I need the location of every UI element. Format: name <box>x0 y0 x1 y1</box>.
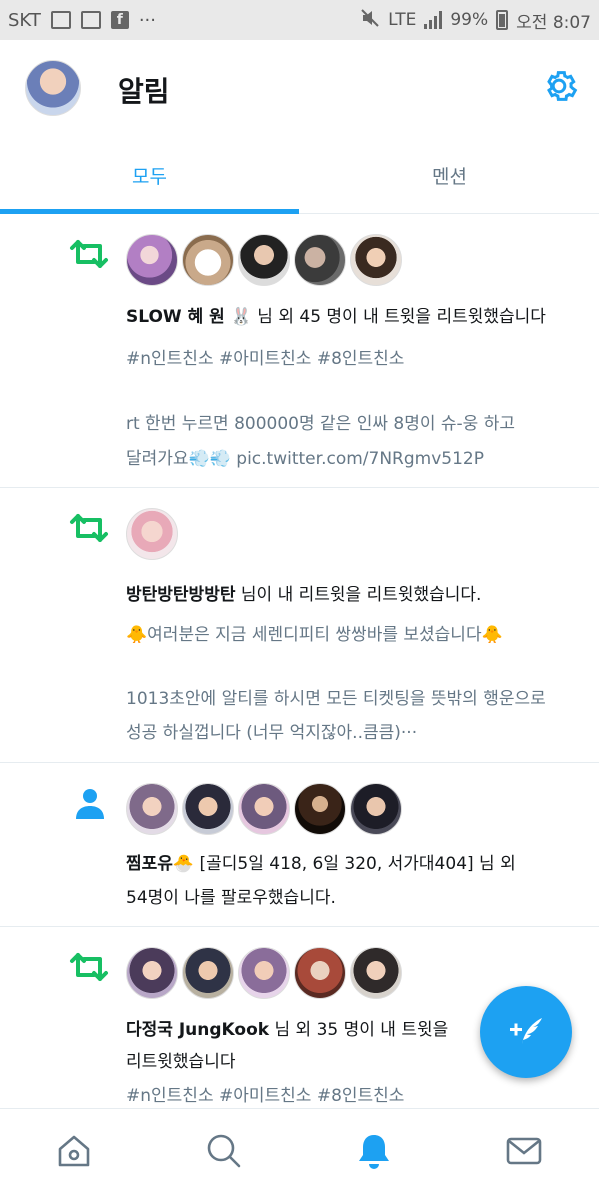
gallery-notification-icon <box>50 11 71 29</box>
notification-text-line: 리트윗했습니다 <box>126 1052 236 1072</box>
notification-text: 방탄방탄방방탄 님이 내 리트윗을 리트윗했습니다. <box>126 580 481 605</box>
avatar[interactable] <box>350 234 402 286</box>
notification-item[interactable]: 방탄방탄방방탄 님이 내 리트윗을 리트윗했습니다. 🐥여러분은 지금 세렌디피… <box>0 488 599 763</box>
compose-tweet-button[interactable] <box>480 986 572 1078</box>
clock: 오전 8:07 <box>516 12 591 33</box>
hashtags: #n인트친소 #아미트친소 #8인트친소 <box>126 349 405 369</box>
notification-avatars <box>126 947 402 999</box>
user-name[interactable]: 방탄방탄방방탄 <box>126 585 235 605</box>
battery-percent: 99% <box>450 10 489 30</box>
nav-notifications[interactable] <box>352 1131 396 1175</box>
tweet-preview-line: 달려가요💨💨 pic.twitter.com/7NRgmv512P <box>126 449 484 469</box>
bottom-nav <box>0 1108 599 1200</box>
user-name[interactable]: 찜포유🐣 <box>126 854 194 874</box>
avatar[interactable] <box>294 947 346 999</box>
notification-text: 찜포유🐣 [골디5일 418, 6일 320, 서가대404] 님 외 <box>126 849 516 874</box>
compose-tweet-icon <box>504 1008 548 1056</box>
tweet-preview-line: 성공 하실껍니다 (너무 억지잖아..큼큼)··· <box>126 723 418 743</box>
retweet-icon <box>68 947 110 987</box>
notification-action: 님 외 45 명이 내 트윗을 리트윗했습니다 <box>251 307 546 327</box>
avatar[interactable] <box>238 234 290 286</box>
follow-icon <box>72 785 114 825</box>
avatar[interactable] <box>350 947 402 999</box>
avatar[interactable] <box>294 234 346 286</box>
tab-mentions[interactable]: 멘션 <box>300 136 599 214</box>
home-icon <box>54 1131 94 1175</box>
avatar[interactable] <box>350 783 402 835</box>
avatar[interactable] <box>182 783 234 835</box>
app-header: 알림 <box>0 40 599 136</box>
notification-text-line: 54명이 나를 팔로우했습니다. <box>126 888 336 908</box>
avatar[interactable] <box>238 947 290 999</box>
avatar[interactable] <box>238 783 290 835</box>
notification-item[interactable]: 찜포유🐣 [골디5일 418, 6일 320, 서가대404] 님 외 54명이… <box>0 763 599 927</box>
avatar[interactable] <box>294 783 346 835</box>
carrier-label: SKT <box>8 9 41 31</box>
tab-all[interactable]: 모두 <box>0 136 299 214</box>
notification-action: [골디5일 418, 6일 320, 서가대404] 님 외 <box>194 854 516 874</box>
user-name[interactable]: SLOW 혜 원 🐰 <box>126 307 252 327</box>
nav-messages[interactable] <box>502 1131 546 1175</box>
hashtags: #n인트친소 #아미트친소 #8인트친소 <box>126 1086 405 1106</box>
profile-avatar[interactable] <box>25 60 81 116</box>
mute-icon <box>360 8 380 33</box>
notification-avatars <box>126 508 178 560</box>
tweet-preview-line: rt 한번 누르면 800000명 같은 인싸 8명이 슈-웅 하고 <box>126 414 515 434</box>
avatar[interactable] <box>126 508 178 560</box>
signal-icon <box>424 11 443 29</box>
page-title: 알림 <box>118 75 170 108</box>
avatar[interactable] <box>126 234 178 286</box>
retweet-icon <box>68 508 110 548</box>
avatar[interactable] <box>182 947 234 999</box>
messages-icon <box>504 1131 544 1175</box>
status-bar: SKT f ··· LTE 99% 오전 8:07 <box>0 0 599 40</box>
nav-search[interactable] <box>202 1131 246 1175</box>
search-icon <box>204 1131 244 1175</box>
notification-item[interactable]: SLOW 혜 원 🐰 님 외 45 명이 내 트윗을 리트윗했습니다 #n인트친… <box>0 214 599 488</box>
notification-action: 님 외 35 명이 내 트윗을 <box>269 1020 449 1040</box>
tweet-preview-line: 1013초안에 알티를 하시면 모든 티켓팅을 뜻밖의 행운으로 <box>126 689 546 709</box>
battery-icon <box>496 10 509 30</box>
avatar[interactable] <box>126 947 178 999</box>
user-name[interactable]: 다정국 JungKook <box>126 1020 269 1040</box>
tweet-preview-line: 🐥여러분은 지금 세렌디피티 쌍쌍바를 보셨습니다🐥 <box>126 625 503 645</box>
retweet-icon <box>68 234 110 274</box>
notification-avatars <box>126 783 402 835</box>
notification-text: SLOW 혜 원 🐰 님 외 45 명이 내 트윗을 리트윗했습니다 <box>126 302 546 327</box>
notification-feed: SLOW 혜 원 🐰 님 외 45 명이 내 트윗을 리트윗했습니다 #n인트친… <box>0 214 599 1108</box>
notification-text: 다정국 JungKook 님 외 35 명이 내 트윗을 <box>126 1015 448 1040</box>
mail-notification-icon <box>80 11 101 29</box>
avatar[interactable] <box>126 783 178 835</box>
nav-home[interactable] <box>52 1131 96 1175</box>
notification-action: 님이 내 리트윗을 리트윗했습니다. <box>235 585 482 605</box>
notifications-bell-icon <box>354 1131 394 1175</box>
facebook-notification-icon: f <box>110 11 129 29</box>
notification-tabs: 모두 멘션 <box>0 136 599 214</box>
more-notifications-icon: ··· <box>138 9 156 31</box>
network-type-label: LTE <box>388 10 417 30</box>
settings-gear-icon[interactable] <box>539 66 579 106</box>
avatar[interactable] <box>182 234 234 286</box>
notification-avatars <box>126 234 402 286</box>
